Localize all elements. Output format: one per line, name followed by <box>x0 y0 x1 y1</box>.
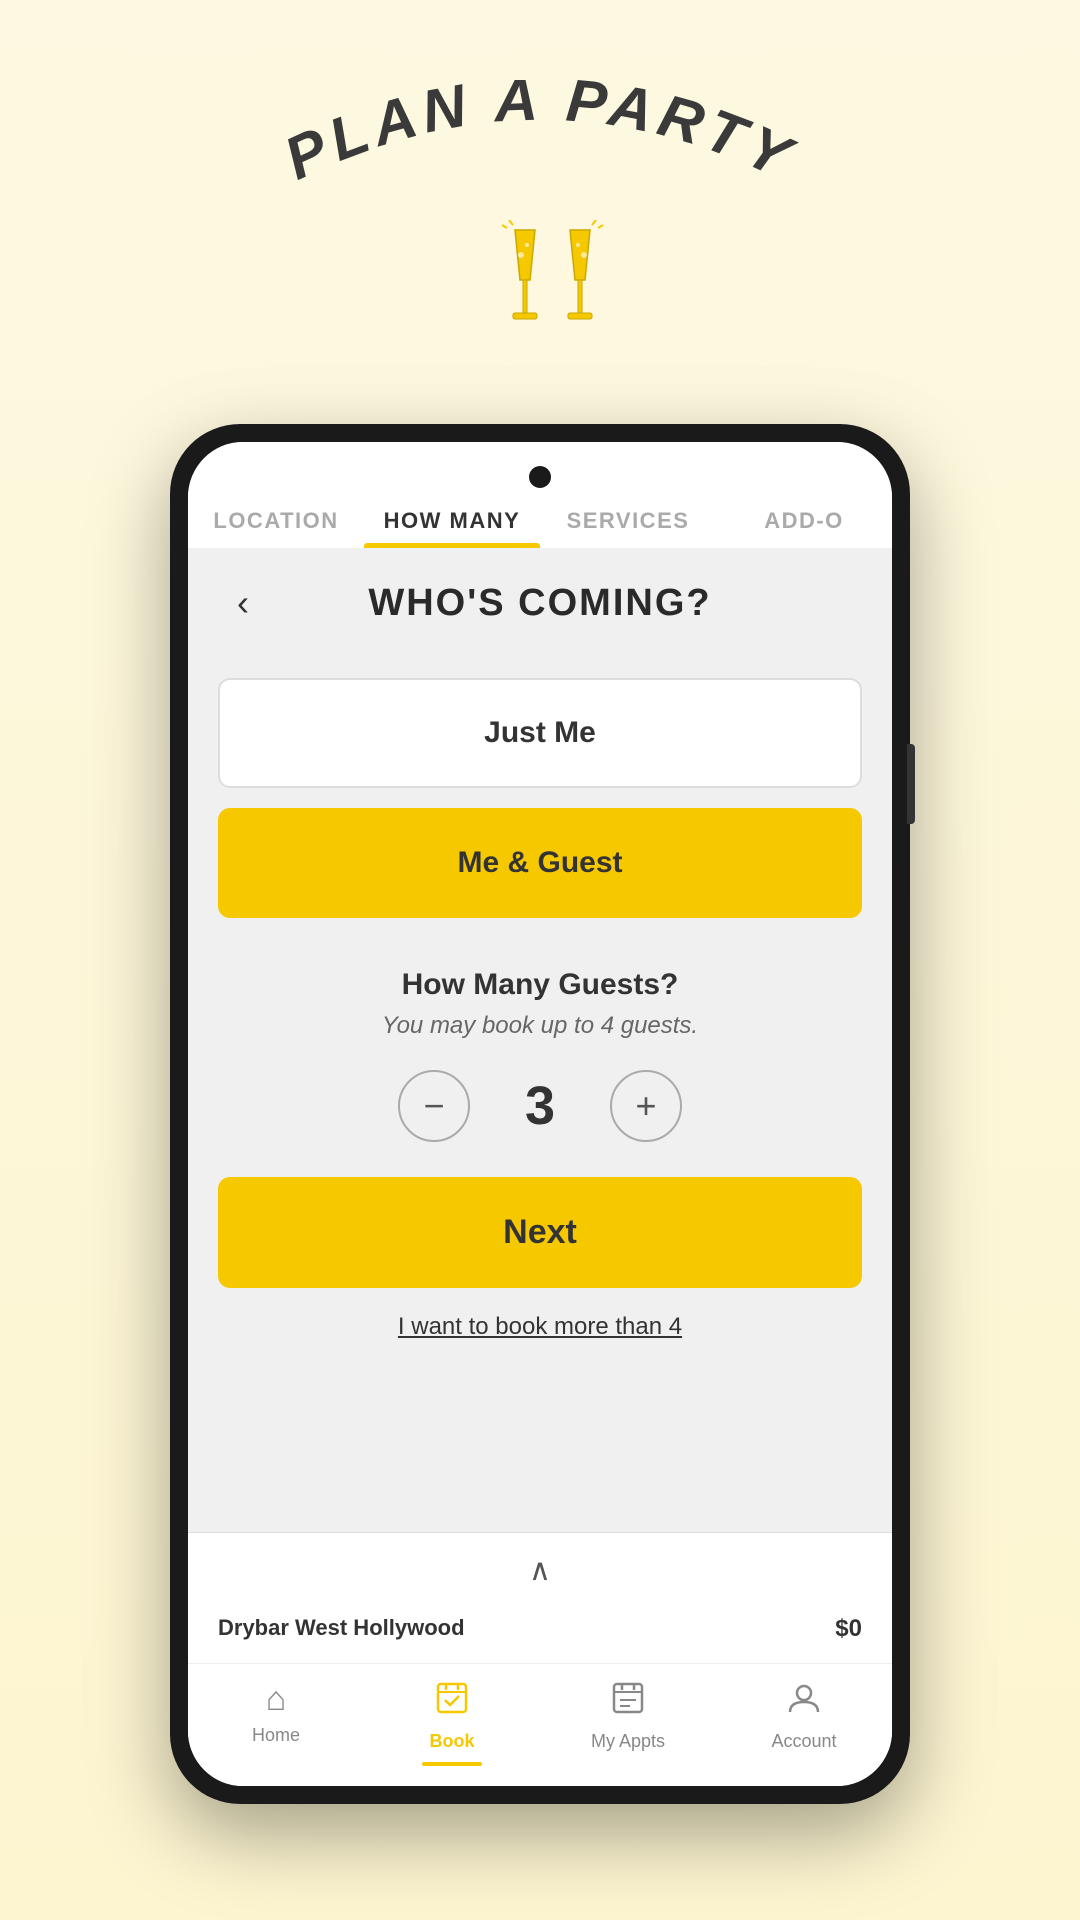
guest-count-subtitle: You may book up to 4 guests. <box>218 1012 862 1040</box>
tab-home-label: Home <box>252 1725 300 1746</box>
tab-location[interactable]: LOCATION <box>188 492 364 548</box>
svg-text:PLAN A PARTY: PLAN A PARTY <box>274 80 805 193</box>
location-name: Drybar West Hollywood <box>218 1615 465 1643</box>
tab-my-appts[interactable]: My Appts <box>540 1680 716 1766</box>
decrement-button[interactable]: − <box>398 1070 470 1142</box>
tab-services[interactable]: SERVICES <box>540 492 716 548</box>
tab-add-ons[interactable]: ADD-O <box>716 492 892 548</box>
guest-count-value: 3 <box>510 1075 570 1137</box>
tab-how-many[interactable]: HOW MANY <box>364 492 540 548</box>
home-icon: ⌂ <box>266 1680 287 1719</box>
bottom-info-bar: ∧ <box>188 1532 892 1615</box>
account-icon <box>786 1680 822 1725</box>
champagne-icon <box>475 220 605 384</box>
back-button[interactable]: ‹ <box>218 578 268 628</box>
chevron-up-icon[interactable]: ∧ <box>529 1553 551 1588</box>
page-title: WHO'S COMING? <box>268 582 862 625</box>
guest-count-label: How Many Guests? <box>218 968 862 1002</box>
options-area: Just Me Me & Guest <box>188 648 892 938</box>
just-me-button[interactable]: Just Me <box>218 678 862 788</box>
active-tab-indicator <box>364 543 540 548</box>
bottom-location-bar: Drybar West Hollywood $0 <box>188 1615 892 1663</box>
tab-book-label: Book <box>430 1731 475 1752</box>
page-header: ‹ WHO'S COMING? <box>188 548 892 648</box>
next-button[interactable]: Next <box>218 1177 862 1288</box>
phone-screen: LOCATION HOW MANY SERVICES ADD-O ‹ WHO'S… <box>188 442 892 1786</box>
main-content: ‹ WHO'S COMING? Just Me Me & Guest How M… <box>188 548 892 1786</box>
tab-account-label: Account <box>771 1731 836 1752</box>
increment-button[interactable]: + <box>610 1070 682 1142</box>
counter-row: − 3 + <box>218 1070 862 1142</box>
phone-frame: LOCATION HOW MANY SERVICES ADD-O ‹ WHO'S… <box>170 424 910 1804</box>
more-than-4-link[interactable]: I want to book more than 4 <box>188 1313 892 1341</box>
book-icon <box>434 1680 470 1725</box>
tab-my-appts-label: My Appts <box>591 1731 665 1752</box>
tab-book[interactable]: Book <box>364 1680 540 1766</box>
step-tabs: LOCATION HOW MANY SERVICES ADD-O <box>188 442 892 548</box>
top-section: PLAN A PARTY <box>0 0 1080 384</box>
bottom-tab-bar: ⌂ Home Book <box>188 1663 892 1786</box>
camera-notch <box>529 466 551 488</box>
my-appts-icon <box>610 1680 646 1725</box>
plan-a-party-arch: PLAN A PARTY <box>260 80 820 210</box>
power-button <box>907 744 915 824</box>
book-tab-indicator <box>422 1762 482 1766</box>
tab-account[interactable]: Account <box>716 1680 892 1766</box>
tab-home[interactable]: ⌂ Home <box>188 1680 364 1766</box>
guest-section: How Many Guests? You may book up to 4 gu… <box>188 938 892 1142</box>
me-and-guest-button[interactable]: Me & Guest <box>218 808 862 918</box>
price-display: $0 <box>835 1615 862 1643</box>
